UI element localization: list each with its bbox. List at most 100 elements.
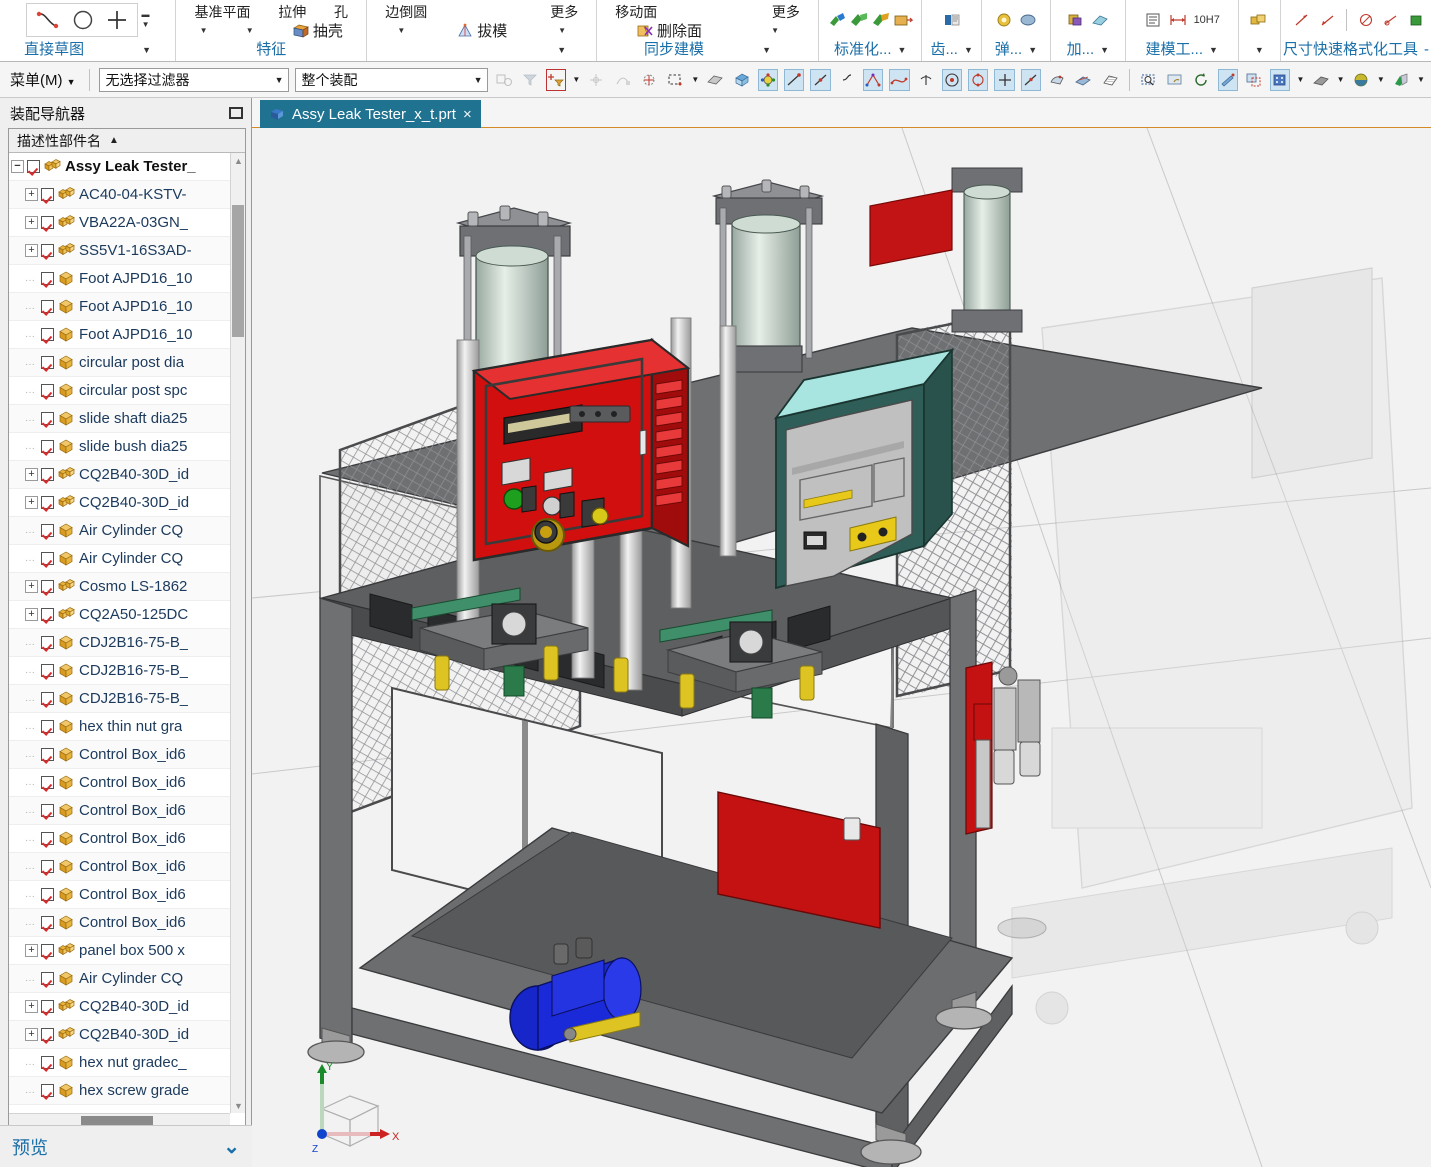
tree-expander[interactable]: +: [25, 1000, 38, 1013]
add-dropdown[interactable]: ▼: [1100, 39, 1109, 61]
tree-item[interactable]: + panel box 500 x: [9, 937, 245, 965]
edge-blend-label[interactable]: 边倒圆: [385, 2, 427, 22]
tree-item[interactable]: ··· Foot AJPD16_10: [9, 265, 245, 293]
tree-item-checkbox[interactable]: [41, 608, 54, 621]
tree-item-checkbox[interactable]: [41, 972, 54, 985]
tree-expander[interactable]: +: [25, 1028, 38, 1041]
tree-item-checkbox[interactable]: [41, 1056, 54, 1069]
stack-blocks-icon[interactable]: [1248, 12, 1270, 28]
close-icon[interactable]: ×: [463, 106, 472, 123]
dim-format-2-icon[interactable]: [1318, 12, 1336, 28]
standardization-dropdown[interactable]: ▼: [898, 39, 907, 61]
add-part-icon[interactable]: [1066, 12, 1086, 28]
tree-item-checkbox[interactable]: [41, 328, 54, 341]
arc-center-icon[interactable]: [941, 68, 963, 91]
tree-item-checkbox[interactable]: [41, 244, 54, 257]
tree-item-checkbox[interactable]: [41, 1000, 54, 1013]
datum-plane-dropdown[interactable]: ▼: [200, 26, 208, 35]
tree-item[interactable]: ··· hex screw grade: [9, 1077, 245, 1105]
orient-view-dropdown[interactable]: ▼: [1296, 75, 1304, 84]
tree-item-checkbox[interactable]: [41, 888, 54, 901]
tree-item[interactable]: ··· Control Box_id6: [9, 909, 245, 937]
draft-command[interactable]: 拔模: [456, 20, 507, 41]
datum-plane-label[interactable]: 基准平面: [194, 2, 250, 22]
rotate-icon[interactable]: [1191, 69, 1211, 91]
selection-scope-combo[interactable]: 整个装配 ▼: [294, 67, 488, 92]
tree-item-checkbox[interactable]: [41, 860, 54, 873]
standard-part-2-icon[interactable]: [849, 11, 869, 29]
tree-item-checkbox[interactable]: [41, 440, 54, 453]
tree-item-checkbox[interactable]: [41, 384, 54, 397]
existing-point-icon[interactable]: [994, 68, 1015, 91]
gear-dropdown[interactable]: ▼: [964, 39, 973, 61]
panel-pin-icon[interactable]: [229, 107, 243, 119]
tree-item-checkbox[interactable]: [41, 188, 54, 201]
render-style-dropdown[interactable]: ▼: [1377, 75, 1385, 84]
spline-icon[interactable]: [35, 8, 61, 32]
tree-item-checkbox[interactable]: [41, 524, 54, 537]
tree-item-checkbox[interactable]: [41, 832, 54, 845]
tree-item-checkbox[interactable]: [41, 468, 54, 481]
vertical-scroll-thumb[interactable]: [232, 205, 244, 337]
shaded-edges-dropdown[interactable]: ▼: [1337, 75, 1345, 84]
dim-format-3-icon[interactable]: [1357, 12, 1375, 28]
sketch-overflow-button[interactable]: ▬ ▼: [142, 10, 150, 29]
tree-item-checkbox[interactable]: [41, 944, 54, 957]
scroll-down-icon[interactable]: ▼: [231, 1098, 245, 1113]
tree-item-checkbox[interactable]: [41, 580, 54, 593]
graphics-viewport[interactable]: Y X Z: [252, 128, 1431, 1167]
tree-item-checkbox[interactable]: [41, 692, 54, 705]
draft-dropdown[interactable]: ▼: [558, 26, 566, 35]
tree-item-checkbox[interactable]: [41, 412, 54, 425]
spring-disc-icon[interactable]: [1018, 12, 1038, 28]
tree-item[interactable]: ··· Air Cylinder CQ: [9, 517, 245, 545]
tree-item-checkbox[interactable]: [41, 216, 54, 229]
shaded-edges-icon[interactable]: [1310, 69, 1330, 91]
tree-expander[interactable]: +: [25, 580, 38, 593]
tree-item-checkbox[interactable]: [41, 1028, 54, 1041]
tree-item[interactable]: ··· Control Box_id6: [9, 881, 245, 909]
tree-item[interactable]: + CQ2A50-125DC: [9, 601, 245, 629]
dimension-icon[interactable]: [1168, 12, 1188, 28]
tree-item[interactable]: + CQ2B40-30D_id: [9, 489, 245, 517]
standard-table-icon[interactable]: [893, 12, 914, 28]
rectangle-select-icon[interactable]: [665, 69, 685, 91]
tree-item[interactable]: + AC40-04-KSTV-: [9, 181, 245, 209]
spring-dropdown[interactable]: ▼: [1028, 39, 1037, 61]
move-face-label[interactable]: 移动面: [615, 2, 657, 22]
chevron-down-icon[interactable]: ⌄: [223, 1134, 240, 1159]
tree-item[interactable]: + VBA22A-03GN_: [9, 209, 245, 237]
gear-list-icon[interactable]: [942, 12, 962, 28]
tree-item-checkbox[interactable]: [41, 776, 54, 789]
standard-part-1-icon[interactable]: [827, 11, 847, 29]
tree-item-checkbox[interactable]: [27, 160, 40, 173]
tree-item-checkbox[interactable]: [41, 916, 54, 929]
tree-item[interactable]: ··· Control Box_id6: [9, 797, 245, 825]
endpoint-icon[interactable]: [784, 68, 805, 91]
background-icon[interactable]: [1391, 69, 1411, 91]
curve-point-icon[interactable]: [889, 68, 910, 91]
tree-column-header[interactable]: 描述性部件名 ▲: [9, 129, 245, 153]
tree-item[interactable]: ··· Control Box_id6: [9, 825, 245, 853]
tree-item-checkbox[interactable]: [41, 1084, 54, 1097]
point-on-face-icon[interactable]: [1047, 69, 1067, 91]
tree-item[interactable]: ··· slide shaft dia25: [9, 405, 245, 433]
tree-expander[interactable]: +: [25, 468, 38, 481]
tree-item[interactable]: + CQ2B40-30D_id: [9, 461, 245, 489]
plus-icon[interactable]: [105, 8, 129, 32]
tree-item[interactable]: ··· Air Cylinder CQ: [9, 965, 245, 993]
between-points-icon[interactable]: [1073, 69, 1093, 91]
tree-item[interactable]: ··· Control Box_id6: [9, 741, 245, 769]
fit-icon[interactable]: [1217, 68, 1238, 91]
extrude-dropdown[interactable]: ▼: [246, 26, 254, 35]
midpoint-icon[interactable]: [810, 68, 831, 91]
shell-command[interactable]: 抽壳: [292, 20, 343, 41]
tree-item[interactable]: ··· Foot AJPD16_10: [9, 321, 245, 349]
tree-item[interactable]: ··· Control Box_id6: [9, 769, 245, 797]
tree-vertical-scrollbar[interactable]: ▲ ▼: [230, 153, 245, 1113]
tree-expander[interactable]: +: [25, 944, 38, 957]
tree-item[interactable]: + CQ2B40-30D_id: [9, 1021, 245, 1049]
quadrant-point-icon[interactable]: [757, 68, 779, 91]
rectangle-select-dropdown[interactable]: ▼: [691, 75, 699, 84]
snap-curve-icon[interactable]: [613, 69, 633, 91]
